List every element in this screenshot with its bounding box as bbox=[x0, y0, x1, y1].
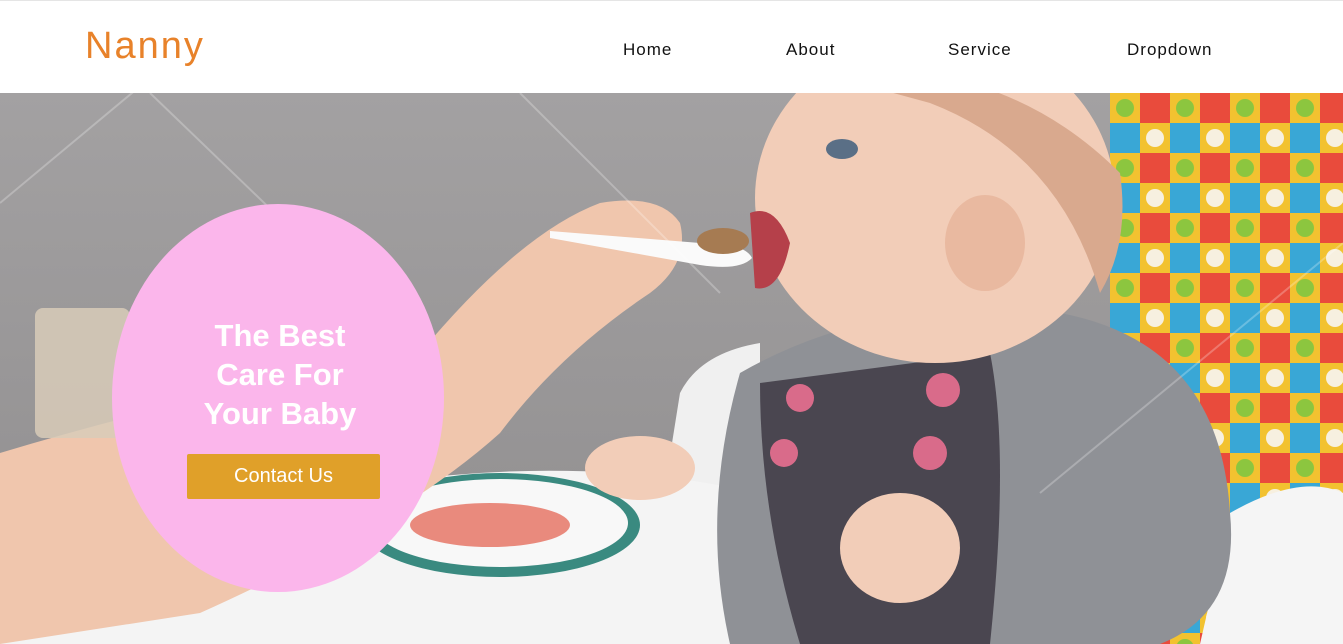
hero-title-line: Care For bbox=[216, 357, 344, 392]
nav-home-link[interactable]: Home bbox=[623, 40, 672, 60]
main-nav: Home About Service Dropdown bbox=[0, 40, 1343, 64]
contact-us-button[interactable]: Contact Us bbox=[187, 454, 380, 499]
hero-title-line: Your Baby bbox=[203, 396, 357, 431]
nav-service-link[interactable]: Service bbox=[948, 40, 1012, 60]
hero-title: The Best Care For Your Baby bbox=[150, 316, 410, 433]
hero-title-line: The Best bbox=[214, 318, 346, 353]
nav-about-link[interactable]: About bbox=[786, 40, 835, 60]
site-header: Nanny Home About Service Dropdown bbox=[0, 0, 1343, 93]
nav-dropdown-link[interactable]: Dropdown bbox=[1127, 40, 1213, 60]
